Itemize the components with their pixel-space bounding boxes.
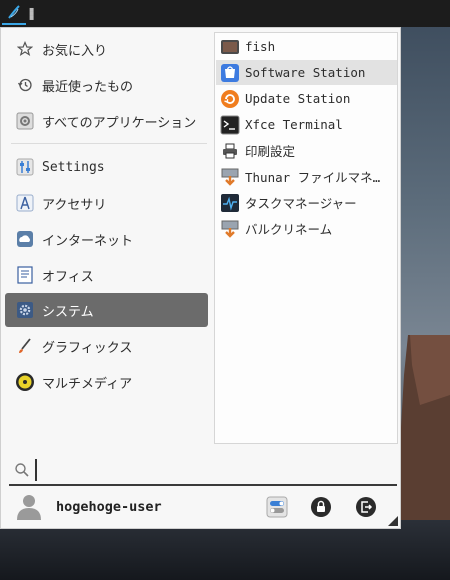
terminal-icon — [219, 114, 241, 136]
app-item-fish[interactable]: fish — [216, 34, 397, 59]
app-item-software-station[interactable]: Software Station — [216, 60, 397, 85]
category-graphics[interactable]: グラフィックス — [5, 329, 208, 363]
username-label: hogehoge-user — [56, 499, 162, 515]
category-settings[interactable]: Settings — [5, 150, 208, 184]
history-icon — [15, 75, 35, 95]
app-item-update-station[interactable]: Update Station — [216, 86, 397, 111]
settings-toggle-icon — [266, 496, 288, 518]
office-icon — [15, 265, 35, 285]
task-manager-icon — [219, 192, 241, 214]
category-label: システム — [42, 304, 94, 320]
fish-terminal-icon — [219, 36, 241, 58]
graphics-icon — [15, 336, 35, 356]
app-label: 印刷設定 — [245, 144, 296, 159]
search-bar — [9, 456, 397, 486]
category-label: 最近使ったもの — [42, 79, 134, 95]
app-label: バルクリネーム — [245, 222, 333, 237]
panel-handle-icon[interactable]: ▪ ▪ ▪ — [29, 6, 34, 22]
logout-icon — [356, 497, 376, 517]
settings-icon — [15, 157, 35, 177]
category-label: すべてのアプリケーション — [42, 115, 197, 131]
system-icon — [15, 300, 35, 320]
desktop-ground — [0, 520, 450, 580]
app-item-xfce-terminal[interactable]: Xfce Terminal — [216, 112, 397, 137]
category-sidebar: お気に入り 最近使ったもの すべてのアプリケーション Settings アクセサ… — [1, 28, 213, 458]
whisker-menu: お気に入り 最近使ったもの すべてのアプリケーション Settings アクセサ… — [0, 27, 401, 529]
category-favorites[interactable]: お気に入り — [5, 32, 208, 66]
printer-icon — [219, 140, 241, 162]
category-label: アクセサリ — [42, 197, 107, 213]
settings-manager-button[interactable] — [265, 495, 289, 519]
category-label: Settings — [42, 159, 105, 175]
app-label: Software Station — [245, 65, 366, 80]
whisker-menu-icon — [8, 5, 20, 19]
app-label: Thunar ファイルマネ… — [245, 170, 381, 185]
app-item-bulk-rename[interactable]: バルクリネーム — [216, 216, 397, 241]
category-recent[interactable]: 最近使ったもの — [5, 68, 208, 102]
app-label: Xfce Terminal — [245, 117, 343, 132]
category-all-apps[interactable]: すべてのアプリケーション — [5, 104, 208, 138]
category-accessories[interactable]: アクセサリ — [5, 186, 208, 220]
category-label: グラフィックス — [42, 340, 133, 356]
top-panel: ▪ ▪ ▪ — [0, 0, 450, 27]
accessories-icon — [15, 193, 35, 213]
multimedia-icon — [15, 372, 35, 392]
user-avatar-icon — [17, 495, 41, 520]
user-bar: hogehoge-user — [1, 488, 400, 528]
application-list: fish Software Station Update Station Xfc… — [214, 32, 398, 444]
all-apps-icon — [15, 111, 35, 131]
app-label: タスクマネージャー — [245, 196, 357, 211]
category-label: インターネット — [42, 233, 134, 249]
app-label: Update Station — [245, 91, 351, 106]
lock-screen-button[interactable] — [309, 495, 333, 519]
category-label: お気に入り — [42, 43, 108, 59]
category-internet[interactable]: インターネット — [5, 222, 208, 256]
app-item-thunar[interactable]: Thunar ファイルマネ… — [216, 164, 397, 189]
search-icon — [15, 463, 29, 477]
whisker-menu-button[interactable] — [2, 1, 26, 25]
category-office[interactable]: オフィス — [5, 258, 208, 292]
app-label: fish — [245, 39, 276, 54]
lock-icon — [311, 497, 331, 517]
category-system[interactable]: システム — [5, 293, 208, 327]
internet-icon — [15, 229, 35, 249]
app-item-task-manager[interactable]: タスクマネージャー — [216, 190, 397, 215]
app-item-print-settings[interactable]: 印刷設定 — [216, 138, 397, 163]
update-station-icon — [219, 88, 241, 110]
software-station-icon — [219, 62, 241, 84]
sidebar-divider — [11, 143, 207, 144]
category-label: オフィス — [42, 269, 94, 285]
thunar-icon — [219, 166, 241, 188]
resize-grip-icon[interactable] — [388, 516, 398, 526]
category-label: マルチメディア — [42, 376, 133, 392]
star-icon — [15, 39, 35, 59]
bulk-rename-icon — [219, 218, 241, 240]
search-input[interactable] — [35, 459, 375, 481]
logout-button[interactable] — [354, 495, 378, 519]
category-multimedia[interactable]: マルチメディア — [5, 365, 208, 399]
